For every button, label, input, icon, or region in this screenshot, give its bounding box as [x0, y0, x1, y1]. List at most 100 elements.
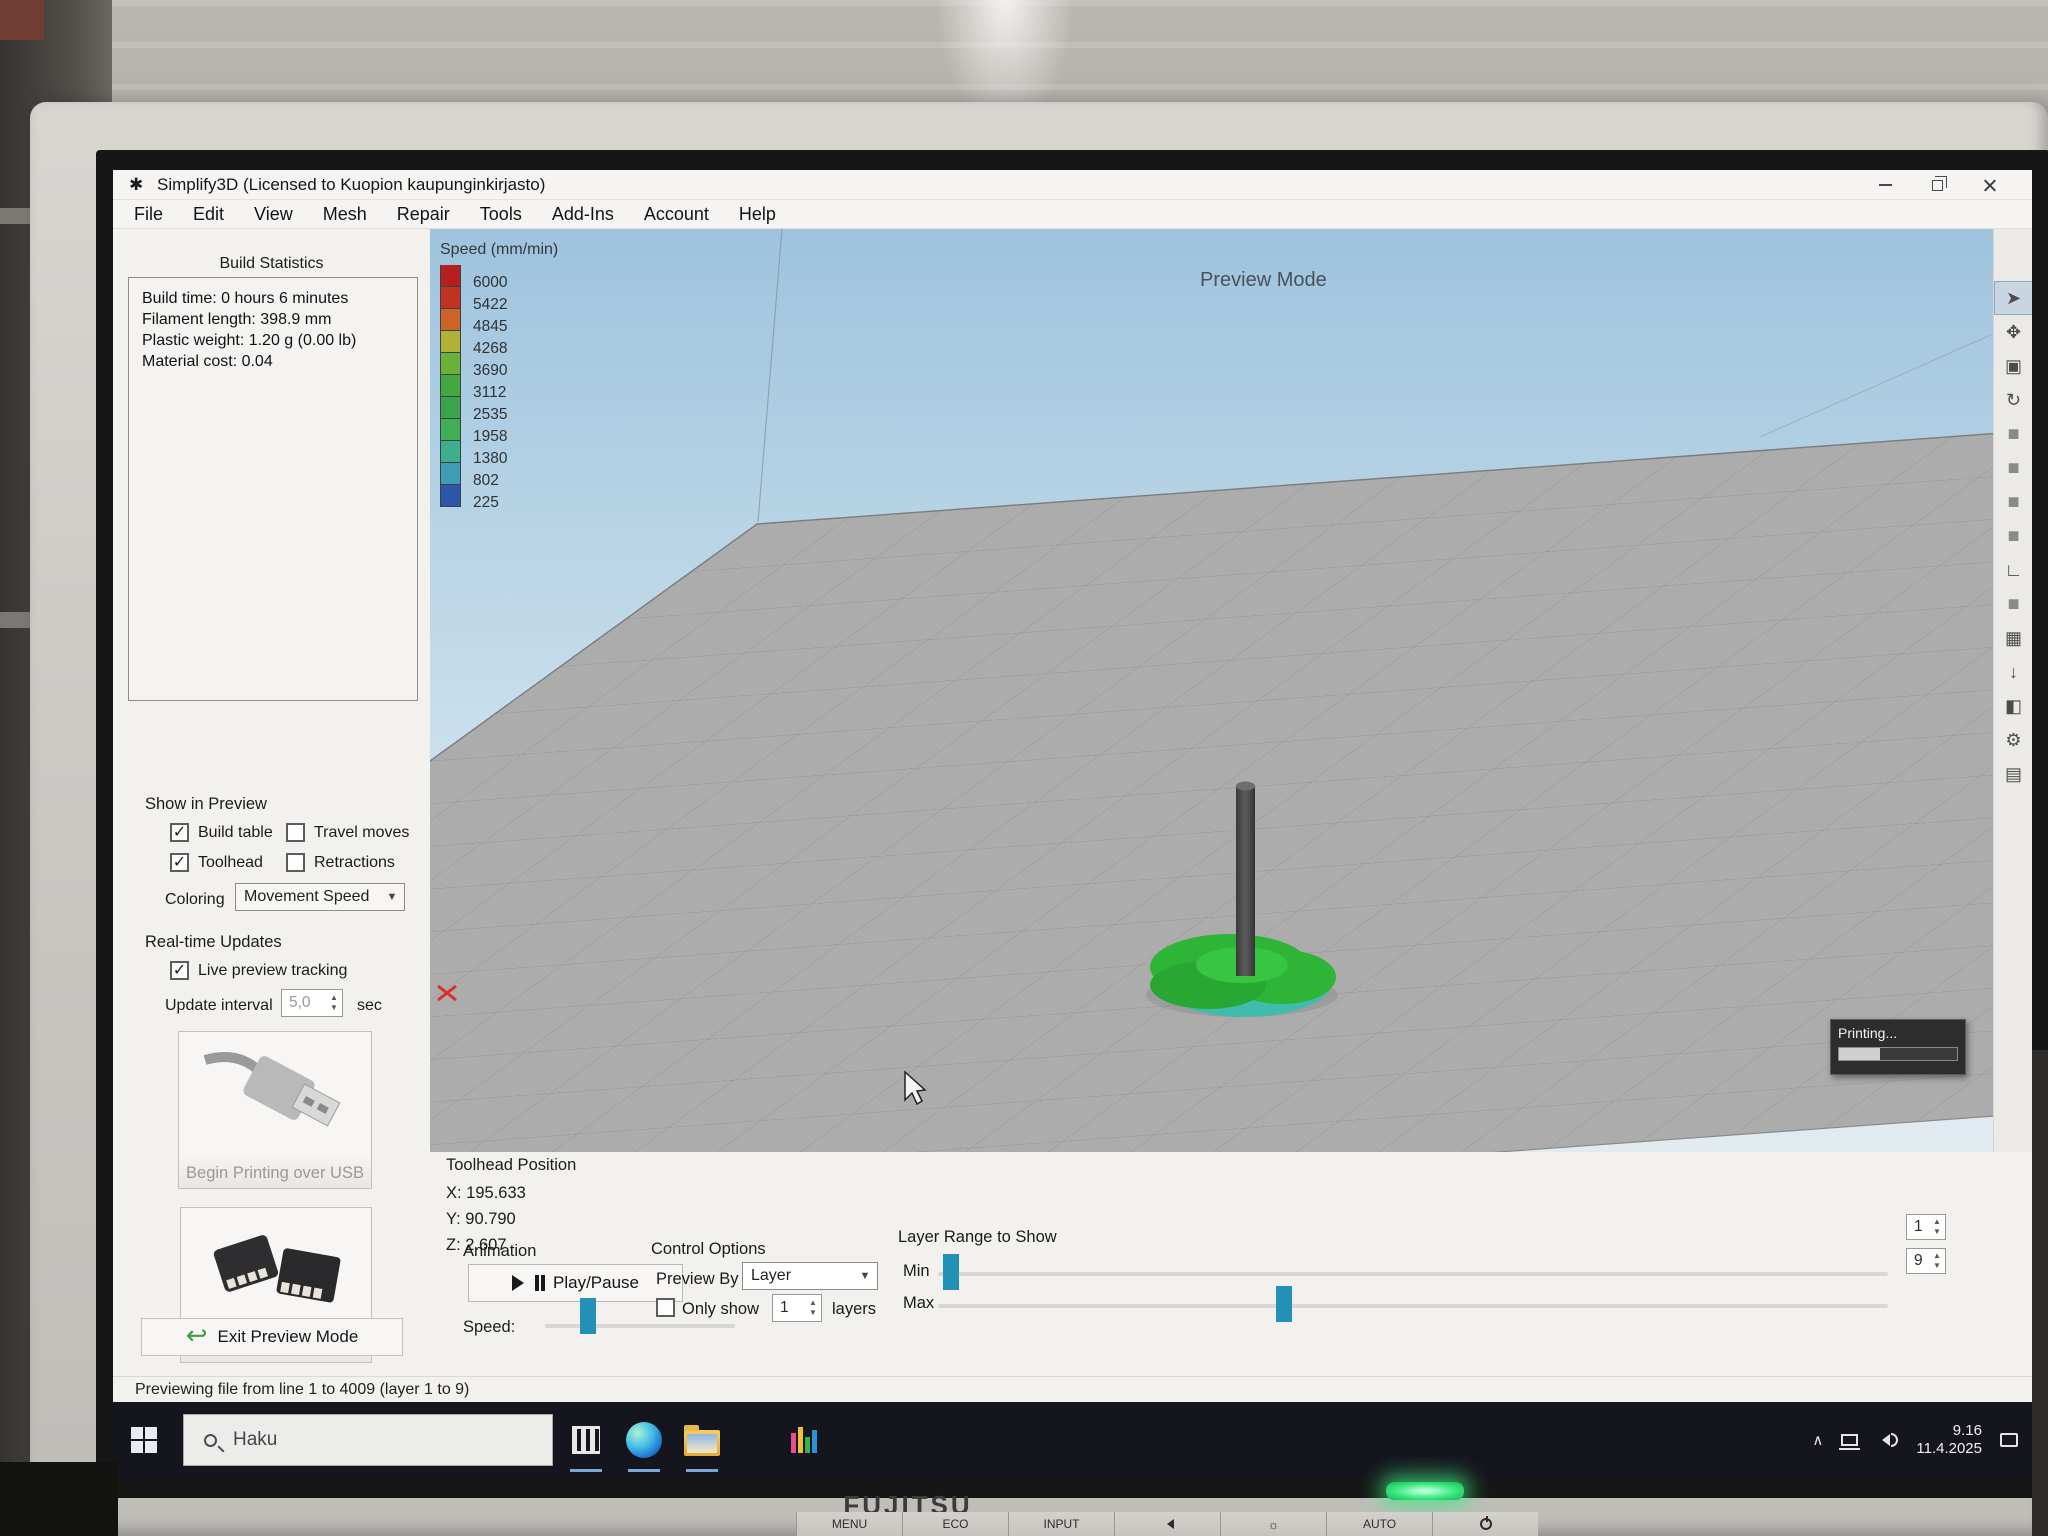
only-show-layers-spinner[interactable]: 1 ▲▼ — [772, 1294, 822, 1322]
view-toolbar: ➤ ✥ ▣ ↻ ■ ■ ■ ■ ∟ ■ ▦ ↓ ◧ ⚙ ▤ — [1993, 229, 2032, 1152]
coloring-dropdown[interactable]: Movement Speed ▼ — [235, 883, 405, 911]
top-view-icon[interactable]: ■ — [1994, 451, 2032, 485]
preview-3d-viewport[interactable]: Preview Mode Speed (mm/min) 6000 5422 48… — [430, 229, 1993, 1152]
monitor-menu-button: MENU — [796, 1512, 902, 1536]
realtime-updates-title: Real-time Updates — [145, 933, 282, 952]
menu-item-file[interactable]: File — [119, 200, 178, 228]
menu-item-help[interactable]: Help — [724, 200, 791, 228]
toolhead-checkbox[interactable] — [170, 853, 189, 872]
taskbar-app-explorer[interactable] — [677, 1402, 727, 1478]
layer-range-min-handle[interactable] — [943, 1254, 959, 1290]
spin-down-icon[interactable]: ▼ — [1933, 1261, 1941, 1271]
travel-moves-checkbox[interactable] — [286, 823, 305, 842]
menu-item-repair[interactable]: Repair — [382, 200, 465, 228]
menu-item-account[interactable]: Account — [629, 200, 724, 228]
animation-speed-label: Speed: — [463, 1318, 515, 1337]
restore-button[interactable] — [1924, 174, 1950, 196]
layer-range-max-slider[interactable] — [938, 1304, 1888, 1308]
notification-center-icon[interactable] — [2000, 1433, 2018, 1447]
preview-by-label: Preview By — [656, 1270, 739, 1289]
front-view-icon[interactable]: ■ — [1994, 485, 2032, 519]
chevron-down-icon: ▼ — [380, 891, 404, 903]
exit-preview-mode-button[interactable]: ↩ Exit Preview Mode — [141, 1318, 403, 1356]
support-structures-icon[interactable]: ▤ — [1994, 757, 2032, 791]
cross-section-icon[interactable]: ◧ — [1994, 689, 2032, 723]
menu-item-edit[interactable]: Edit — [178, 200, 239, 228]
coordinate-axes-icon[interactable]: ∟ — [1994, 553, 2032, 587]
toolhead-indicator — [1236, 782, 1255, 977]
build-statistics-title: Build Statistics — [113, 255, 430, 273]
printing-progress-bar — [1838, 1047, 1958, 1061]
taskbar-app-simplify3d[interactable] — [561, 1402, 611, 1478]
spin-up-icon[interactable]: ▲ — [1933, 1251, 1941, 1261]
menu-item-mesh[interactable]: Mesh — [308, 200, 382, 228]
control-options-title: Control Options — [651, 1240, 766, 1259]
layer-range-max-handle[interactable] — [1276, 1286, 1292, 1322]
network-icon[interactable] — [1841, 1434, 1858, 1446]
toolhead-x: X: 195.633 — [446, 1184, 526, 1203]
coloring-label: Coloring — [165, 891, 225, 909]
volume-icon[interactable] — [1876, 1433, 1898, 1447]
close-button[interactable] — [1976, 174, 2002, 196]
side-view-icon[interactable]: ■ — [1994, 519, 2032, 553]
layer-max-spinner[interactable]: 9 ▲▼ — [1906, 1248, 1946, 1274]
animation-speed-handle[interactable] — [580, 1298, 596, 1334]
spin-down-icon[interactable]: ▼ — [1933, 1227, 1941, 1237]
minimize-button[interactable] — [1872, 174, 1898, 196]
build-table-checkbox[interactable] — [170, 823, 189, 842]
rotate-view-icon[interactable]: ↻ — [1994, 383, 2032, 417]
play-pause-label: Play/Pause — [553, 1273, 639, 1293]
preview-by-value: Layer — [751, 1267, 791, 1285]
machine-settings-icon[interactable]: ⚙ — [1994, 723, 2032, 757]
layer-range-min-slider[interactable] — [938, 1272, 1888, 1276]
update-interval-unit: sec — [357, 997, 382, 1015]
taskbar-search-input[interactable]: Haku — [183, 1414, 553, 1466]
start-button[interactable] — [113, 1402, 175, 1478]
monitor-eco-button: ECO — [902, 1512, 1008, 1536]
select-cursor-icon[interactable]: ➤ — [1994, 281, 2032, 315]
wireframe-view-icon[interactable]: ▦ — [1994, 621, 2032, 655]
spin-down-icon[interactable]: ▼ — [330, 1003, 338, 1013]
begin-printing-usb-button[interactable]: Begin Printing over USB — [178, 1031, 372, 1189]
only-show-layers-value: 1 — [773, 1299, 805, 1317]
layer-min-value: 1 — [1907, 1218, 1929, 1236]
tray-expand-chevron-icon[interactable]: ∧ — [1812, 1431, 1823, 1449]
toolhead-label: Toolhead — [198, 854, 263, 872]
legend-swatch — [440, 331, 461, 353]
spin-up-icon[interactable]: ▲ — [809, 1298, 817, 1308]
play-pause-button[interactable]: Play/Pause — [468, 1264, 683, 1302]
legend-swatch — [440, 353, 461, 375]
retractions-checkbox[interactable] — [286, 853, 305, 872]
layer-min-spinner[interactable]: 1 ▲▼ — [1906, 1214, 1946, 1240]
taskbar-app-colorbars[interactable] — [779, 1402, 829, 1478]
spin-down-icon[interactable]: ▼ — [809, 1308, 817, 1318]
coloring-value: Movement Speed — [244, 888, 369, 906]
zoom-window-icon[interactable]: ▣ — [1994, 349, 2032, 383]
spin-up-icon[interactable]: ▲ — [330, 993, 338, 1003]
update-interval-spinner[interactable]: 5,0 ▲▼ — [281, 989, 343, 1017]
animation-speed-slider[interactable] — [545, 1324, 735, 1328]
menu-item-addins[interactable]: Add-Ins — [537, 200, 629, 228]
default-view-icon[interactable]: ■ — [1994, 417, 2032, 451]
speaker-icon — [1162, 1519, 1174, 1529]
pan-view-icon[interactable]: ✥ — [1994, 315, 2032, 349]
taskbar-app-edge[interactable] — [619, 1402, 669, 1478]
perspective-view-icon[interactable]: ■ — [1994, 587, 2032, 621]
menu-item-tools[interactable]: Tools — [465, 200, 537, 228]
toolhead-position-title: Toolhead Position — [446, 1156, 576, 1175]
spin-up-icon[interactable]: ▲ — [1933, 1217, 1941, 1227]
layer-range-min-label: Min — [903, 1262, 930, 1281]
legend-swatch — [440, 375, 461, 397]
desk-edge — [2032, 1050, 2048, 1536]
close-icon — [1982, 178, 1997, 193]
active-app-underline — [686, 1469, 718, 1472]
monitor-brightness-button: ☼ — [1220, 1512, 1326, 1536]
preview-by-dropdown[interactable]: Layer ▼ — [742, 1262, 878, 1290]
menu-item-view[interactable]: View — [239, 200, 308, 228]
drop-model-icon[interactable]: ↓ — [1994, 655, 2032, 689]
live-preview-tracking-label: Live preview tracking — [198, 962, 347, 980]
only-show-checkbox[interactable] — [656, 1298, 675, 1317]
monitor-input-button: INPUT — [1008, 1512, 1114, 1536]
taskbar-clock[interactable]: 9.16 11.4.2025 — [1916, 1422, 1982, 1458]
live-preview-tracking-checkbox[interactable] — [170, 961, 189, 980]
